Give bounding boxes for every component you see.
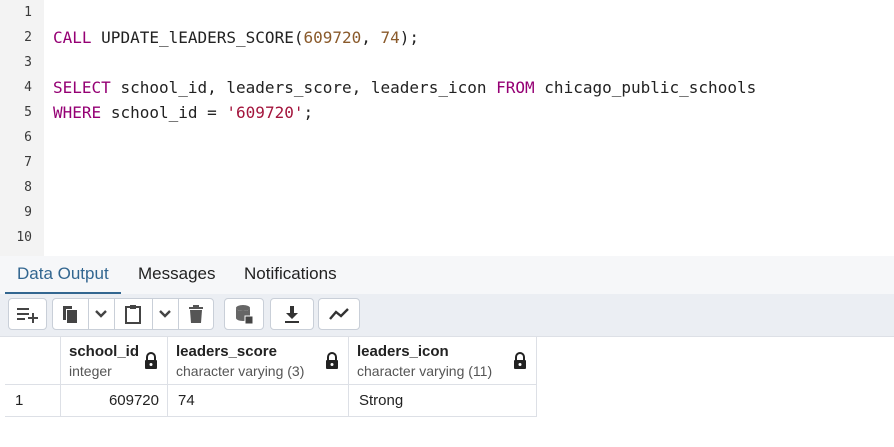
add-row-group (8, 298, 47, 330)
line-number: 7 (24, 155, 32, 170)
keyword: CALL (53, 28, 92, 47)
comma: , (361, 28, 381, 47)
delete-button[interactable] (179, 299, 213, 329)
save-group (224, 298, 264, 330)
paste-button[interactable] (115, 299, 151, 329)
code-line-call[interactable]: CALL UPDATE_lEADERS_SCORE(609720, 74); (53, 25, 419, 50)
line-number: 5 (24, 105, 32, 120)
line-number: 6 (24, 130, 32, 145)
tab-messages[interactable]: Messages (126, 256, 227, 294)
keyword: FROM (496, 78, 535, 97)
column-type: integer (69, 363, 112, 379)
delete-icon (189, 305, 203, 323)
save-data-button[interactable] (225, 299, 263, 329)
row-number[interactable]: 1 (5, 385, 61, 417)
copy-button[interactable] (53, 299, 87, 329)
download-button[interactable] (271, 299, 313, 329)
line-number: 3 (24, 55, 32, 70)
string-literal: '609720' (226, 103, 304, 122)
column-type: character varying (11) (357, 363, 493, 379)
semicolon: ; (303, 103, 314, 122)
chevron-down-icon (95, 310, 107, 318)
chevron-down-icon (159, 310, 171, 318)
line-number: 9 (24, 205, 32, 220)
keyword: WHERE (53, 103, 102, 122)
procedure-name: UPDATE_lEADERS_SCORE (101, 28, 294, 47)
paste-icon (125, 305, 141, 324)
download-icon (285, 306, 299, 323)
tab-notifications[interactable]: Notifications (232, 256, 349, 294)
add-row-button[interactable] (9, 299, 46, 329)
lock-icon (514, 352, 526, 369)
add-row-icon (16, 308, 38, 323)
graph-icon (329, 308, 349, 320)
line-number: 4 (24, 80, 32, 95)
column-name: school_id (69, 343, 140, 360)
column-header-school-id[interactable]: school_id integer (61, 337, 168, 385)
download-group (270, 298, 314, 330)
data-toolbar (0, 294, 894, 337)
graph-group (318, 298, 360, 330)
number-literal: 609720 (303, 28, 362, 47)
cell-leaders-score[interactable]: 74 (168, 385, 349, 417)
row-header-corner (5, 337, 61, 385)
column-header-leaders-icon[interactable]: leaders_icon character varying (11) (349, 337, 537, 385)
paste-options-button[interactable] (153, 299, 177, 329)
save-data-icon (236, 305, 254, 325)
code-line-where[interactable]: WHERE school_id = '609720'; (53, 100, 313, 125)
line-number: 2 (24, 30, 32, 45)
column-name: leaders_score (176, 343, 277, 360)
condition: school_id = (110, 103, 227, 122)
copy-icon (63, 306, 77, 323)
column-name: leaders_icon (357, 343, 449, 360)
line-number: 8 (24, 180, 32, 195)
paren-close: ); (399, 28, 420, 47)
column-header-leaders-score[interactable]: leaders_score character varying (3) (168, 337, 349, 385)
sql-editor[interactable]: 1 2 CALL UPDATE_lEADERS_SCORE(609720, 74… (0, 0, 894, 256)
cell-leaders-icon[interactable]: Strong (349, 385, 537, 417)
column-type: character varying (3) (176, 363, 305, 379)
result-tabs: Data Output Messages Notifications (0, 256, 894, 295)
lock-icon (145, 352, 157, 369)
cell-school-id[interactable]: 609720 (61, 385, 168, 417)
result-grid: school_id integer leaders_score characte… (5, 337, 537, 417)
graph-button[interactable] (319, 299, 359, 329)
code-line-select[interactable]: SELECT school_id, leaders_score, leaders… (53, 75, 756, 100)
line-number: 1 (24, 5, 32, 20)
table-name: chicago_public_schools (544, 78, 757, 97)
lock-icon (326, 352, 338, 369)
copy-options-button[interactable] (89, 299, 113, 329)
tab-data-output[interactable]: Data Output (5, 256, 121, 294)
keyword: SELECT (53, 78, 111, 97)
column-list: school_id, leaders_score, leaders_icon (120, 78, 487, 97)
copy-paste-group (52, 298, 214, 330)
line-number: 10 (16, 230, 32, 245)
number-literal: 74 (380, 28, 400, 47)
